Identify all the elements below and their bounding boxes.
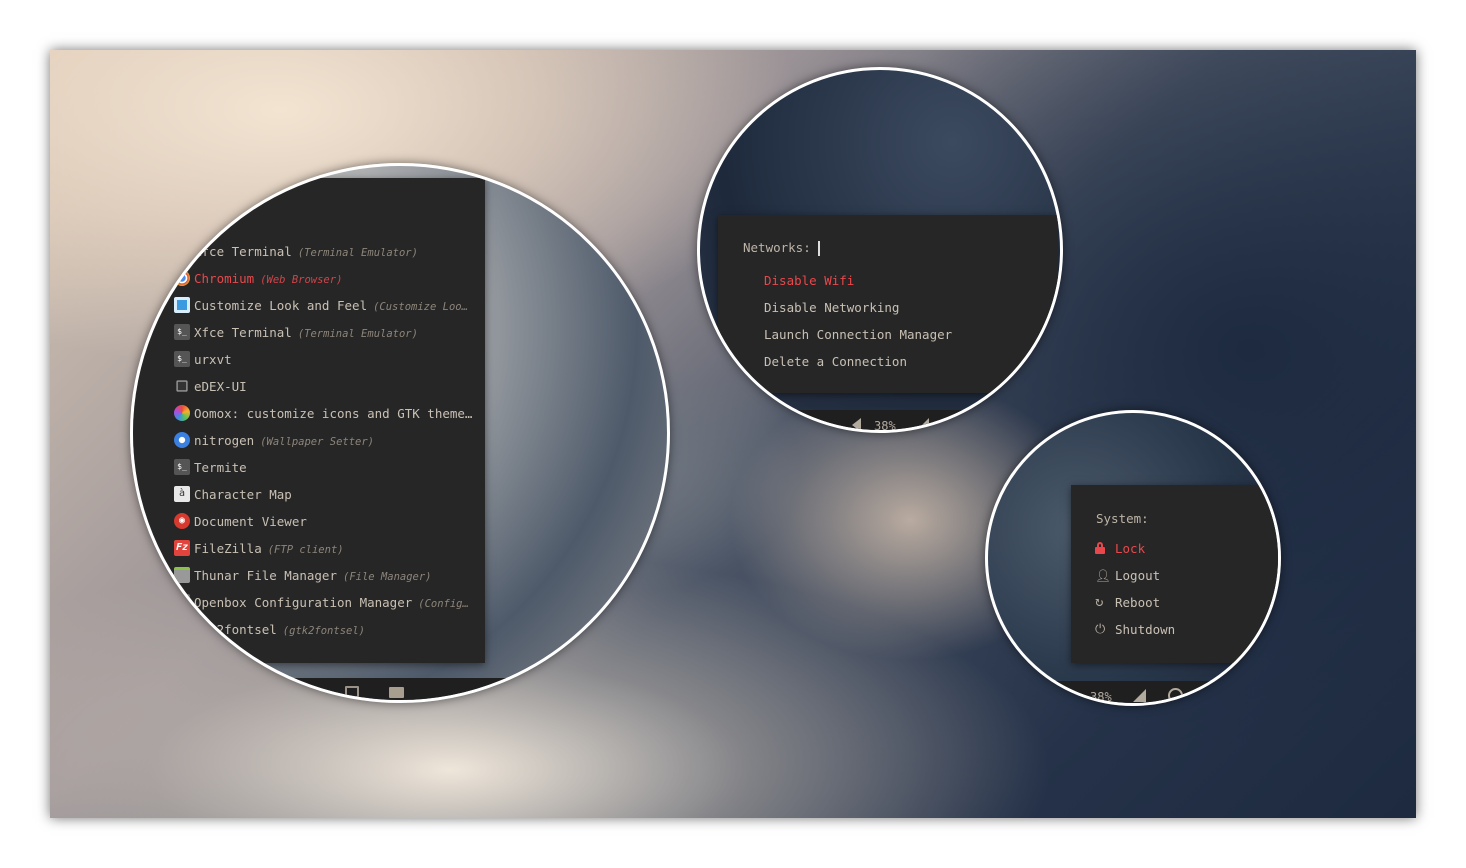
app-description: (File Manager) xyxy=(343,571,432,583)
app-menu-item[interactable]: nitrogen (Wallpaper Setter) xyxy=(174,427,374,454)
clock-icon[interactable] xyxy=(1168,688,1183,703)
app-name: Termite xyxy=(194,460,247,475)
network-item-delete-connection[interactable]: Delete a Connection xyxy=(764,348,907,375)
network-menu: Networks: Disable Wifi Disable Networkin… xyxy=(718,215,1058,393)
app-name: eDEX-UI xyxy=(194,379,247,394)
nitrogen-icon xyxy=(174,432,190,448)
app-name: Xfce Terminal xyxy=(194,244,292,259)
app-name: Thunar File Manager xyxy=(194,568,337,583)
taskbar: 38% xyxy=(988,681,1278,704)
folder-icon[interactable] xyxy=(389,687,404,698)
app-name: Oomox: customize icons and GTK theme… xyxy=(194,406,473,421)
system-prompt: System: xyxy=(1096,511,1149,526)
network-item-connection-manager[interactable]: Launch Connection Manager xyxy=(764,321,952,348)
image-icon[interactable] xyxy=(345,686,359,698)
app-menu-item[interactable]: $_ Xfce Terminal (Terminal Emulator) xyxy=(174,319,418,346)
system-item-lock[interactable]: Lock xyxy=(1095,535,1145,562)
reboot-icon: ↻ xyxy=(1095,594,1104,610)
appearance-icon xyxy=(174,297,190,313)
chromium-icon xyxy=(174,270,190,286)
system-item-logout[interactable]: 👤︎ Logout xyxy=(1095,562,1160,589)
app-menu: $_ Xfce Terminal (Terminal Emulator) Chromi… xyxy=(133,178,485,663)
app-menu-item[interactable]: eDEX-UI xyxy=(174,373,247,400)
logout-label: Logout xyxy=(1115,568,1161,583)
network-item-disable-networking[interactable]: Disable Networking xyxy=(764,294,899,321)
edex-icon xyxy=(176,380,188,392)
app-menu-item[interactable]: Oomox: customize icons and GTK theme… xyxy=(174,400,472,427)
app-menu-item[interactable]: Chromium (Web Browser) xyxy=(174,265,342,292)
file-manager-icon xyxy=(174,567,190,583)
taskbar xyxy=(133,678,667,700)
app-menu-item[interactable]: Openbox Configuration Manager (Config… xyxy=(174,589,469,616)
system-item-shutdown[interactable]: ⏻ Shutdown xyxy=(1095,616,1175,643)
text-cursor xyxy=(818,241,820,256)
filezilla-icon: Fz xyxy=(174,540,190,556)
terminal-icon: $_ xyxy=(174,324,190,340)
lock-label: Lock xyxy=(1115,541,1146,556)
battery-value: 38% xyxy=(1090,690,1112,704)
reboot-label: Reboot xyxy=(1115,595,1161,610)
system-menu-zoom: System: Lock 👤︎ Logout ↻ Reboot ⏻ Shutdo… xyxy=(985,410,1281,706)
network-item-disable-wifi[interactable]: Disable Wifi xyxy=(764,267,854,294)
app-name: Chromium xyxy=(194,271,255,286)
wifi-signal-icon[interactable] xyxy=(1133,689,1146,702)
app-name: Customize Look and Feel xyxy=(194,298,368,313)
app-description: (Wallpaper Setter) xyxy=(260,436,375,448)
terminal-icon: $_ xyxy=(174,459,190,475)
system-menu: System: Lock 👤︎ Logout ↻ Reboot ⏻ Shutdo… xyxy=(1071,485,1278,663)
document-viewer-icon: ◉ xyxy=(174,513,190,529)
app-menu-item[interactable]: Fz FileZilla (FTP client) xyxy=(174,535,344,562)
volume-icon[interactable] xyxy=(852,418,861,430)
app-menu-item[interactable]: ◉ Document Viewer xyxy=(174,508,307,535)
prompt-label: Networks: xyxy=(743,240,811,255)
openbox-icon xyxy=(174,594,190,610)
terminal-icon: $_ xyxy=(174,351,190,367)
app-name: Character Map xyxy=(194,487,292,502)
app-description: (Terminal Emulator) xyxy=(297,247,418,259)
wifi-signal-icon[interactable] xyxy=(916,418,929,430)
app-description: (Web Browser) xyxy=(260,274,343,286)
app-name: urxvt xyxy=(194,352,232,367)
app-name: Openbox Configuration Manager xyxy=(194,595,413,610)
network-menu-zoom: Networks: Disable Wifi Disable Networkin… xyxy=(697,67,1063,433)
app-name: Document Viewer xyxy=(194,514,307,529)
app-menu-item[interactable]: gtk2fontsel (gtk2fontsel) xyxy=(174,616,365,643)
terminal-icon: $_ xyxy=(174,243,190,259)
app-description: (Terminal Emulator) xyxy=(297,328,418,340)
shutdown-label: Shutdown xyxy=(1115,622,1176,637)
app-description: (FTP client) xyxy=(267,544,344,556)
logout-icon: 👤︎ xyxy=(1095,568,1111,583)
app-name: gtk2fontsel xyxy=(194,622,277,637)
app-menu-item[interactable]: Thunar File Manager (File Manager) xyxy=(174,562,432,589)
app-menu-item[interactable]: à Character Map xyxy=(174,481,292,508)
app-name: FileZilla xyxy=(194,541,262,556)
volume-value: 38% xyxy=(874,419,896,433)
taskbar: 38% 38% xyxy=(700,410,1060,433)
network-prompt[interactable]: Networks: xyxy=(743,240,820,256)
font-icon xyxy=(174,621,190,637)
charmap-icon: à xyxy=(174,486,190,502)
app-name: Xfce Terminal xyxy=(194,325,292,340)
app-menu-item[interactable]: Customize Look and Feel (Customize Loo… xyxy=(174,292,468,319)
system-item-reboot[interactable]: ↻ Reboot xyxy=(1095,589,1160,616)
app-menu-item[interactable]: $_ urxvt xyxy=(174,346,232,373)
lock-icon xyxy=(1095,542,1105,554)
app-description: (gtk2fontsel) xyxy=(282,625,365,637)
app-description: (Customize Loo… xyxy=(373,301,468,313)
power-icon: ⏻ xyxy=(1095,622,1106,637)
app-description: (Config… xyxy=(418,598,469,610)
app-menu-zoom: $_ Xfce Terminal (Terminal Emulator) Chromi… xyxy=(130,163,670,703)
app-menu-item[interactable]: $_ Xfce Terminal (Terminal Emulator) xyxy=(174,238,418,265)
app-name: nitrogen xyxy=(194,433,255,448)
app-menu-item[interactable]: $_ Termite xyxy=(174,454,247,481)
oomox-icon xyxy=(174,405,190,421)
